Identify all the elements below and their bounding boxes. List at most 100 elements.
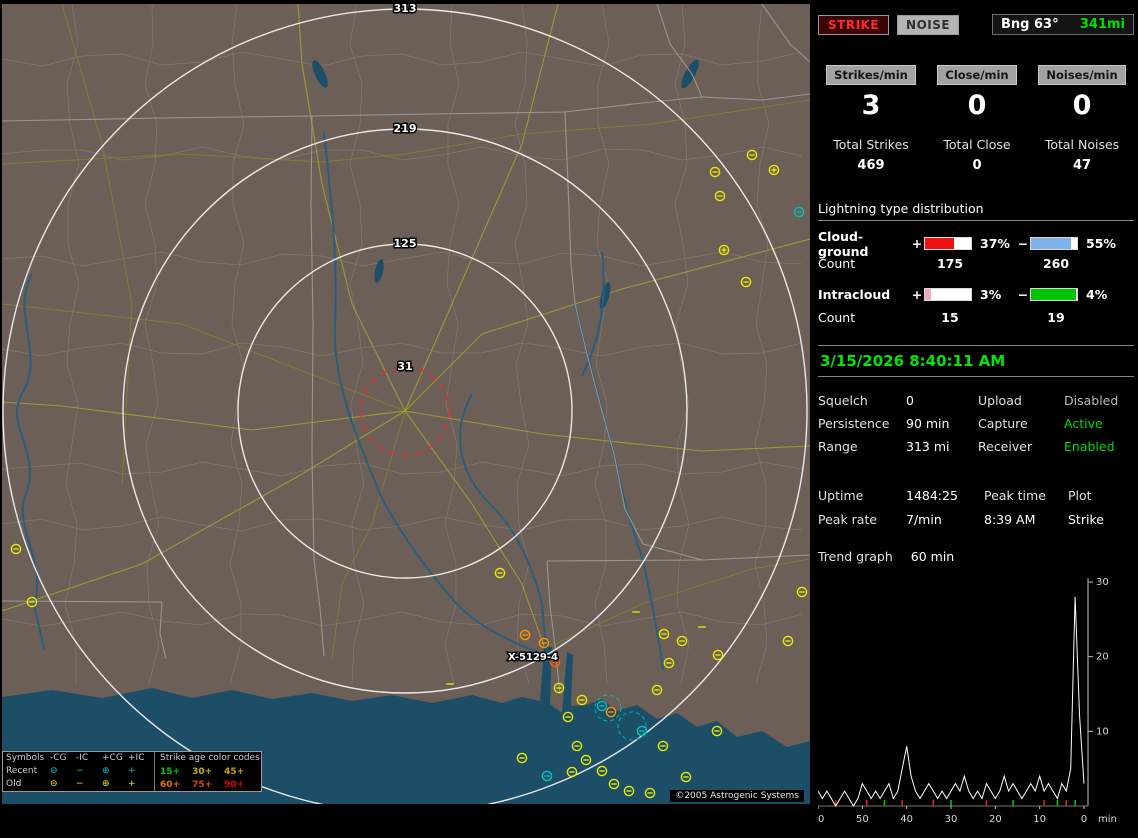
close-per-min-value: 0 bbox=[968, 91, 987, 121]
age-codes-row-1: 15+ 30+ 45+ bbox=[160, 767, 261, 777]
minus-sign: − bbox=[1018, 236, 1028, 251]
recent-ic-neg-icon: − bbox=[76, 765, 102, 778]
map-canvas[interactable]: 313 219 125 31 X-5129-4 bbox=[2, 4, 810, 804]
noise-button[interactable]: NOISE bbox=[897, 15, 959, 35]
minus-sign: − bbox=[1018, 287, 1028, 302]
age-codes-row-2: 60+ 75+ 90+ bbox=[160, 780, 261, 790]
strike-button[interactable]: STRIKE bbox=[818, 15, 889, 35]
trend-graph: 3020106050403020100min bbox=[818, 572, 1134, 838]
total-noises-value: 47 bbox=[1073, 158, 1091, 173]
range-label: Range bbox=[818, 439, 906, 454]
svg-text:50: 50 bbox=[856, 814, 869, 825]
recent-cg-pos-icon: ⊕ bbox=[102, 765, 128, 778]
range-ring-label: 31 bbox=[397, 360, 412, 373]
plot-value: Strike bbox=[1068, 512, 1138, 527]
lightning-detector-app: { "header": { "strike": "STRIKE", "noise… bbox=[0, 0, 1138, 812]
strikes-per-min-button[interactable]: Strikes/min bbox=[826, 65, 916, 85]
bearing-readout: Bng 63° 341mi bbox=[992, 14, 1134, 35]
ic-positive-count: 15 bbox=[941, 310, 958, 325]
intracloud-block: Intracloud + 3% − 4% Count 15 19 bbox=[818, 283, 1134, 329]
age-code: 45+ bbox=[224, 767, 244, 777]
uptime-value: 1484:25 bbox=[906, 488, 984, 503]
recent-ic-pos-icon: + bbox=[128, 765, 152, 778]
legend-symbols: Symbols -CG -IC +CG +IC Recent ⊖ − ⊕ + O… bbox=[3, 752, 154, 791]
intracloud-label: Intracloud bbox=[818, 287, 910, 302]
range-value: 313 mi bbox=[906, 439, 978, 454]
bearing-distance: 341mi bbox=[1080, 17, 1125, 32]
total-noises-label: Total Noises bbox=[1045, 137, 1119, 152]
peak-time-label: Peak time bbox=[984, 488, 1068, 503]
settings-table: Squelch 0 Upload Disabled Persistence 90… bbox=[818, 393, 1134, 454]
age-code: 15+ bbox=[160, 767, 180, 777]
ic-positive-bar bbox=[924, 288, 972, 301]
cloud-ground-block: Cloud-ground + 37% − 55% Count 175 260 bbox=[818, 229, 1134, 275]
legend-old-label: Old bbox=[6, 778, 50, 791]
trend-window-value: 60 min bbox=[911, 549, 954, 564]
cloud-ground-count-row: Count 175 260 bbox=[818, 253, 1134, 275]
legend-col-cg-neg: -CG bbox=[50, 752, 76, 765]
ic-negative-pct: 4% bbox=[1082, 287, 1120, 302]
ic-negative-count: 19 bbox=[1047, 310, 1064, 325]
squelch-label: Squelch bbox=[818, 393, 906, 408]
uptime-table: Uptime 1484:25 Peak time Plot Peak rate … bbox=[818, 488, 1134, 527]
legend-age-header: Strike age color codes bbox=[160, 753, 261, 763]
age-code: 90+ bbox=[224, 780, 244, 790]
age-code: 75+ bbox=[192, 780, 212, 790]
svg-text:30: 30 bbox=[945, 814, 958, 825]
receiver-label: Receiver bbox=[978, 439, 1064, 454]
capture-status: Active bbox=[1064, 416, 1138, 431]
status-panel: STRIKE NOISE Bng 63° 341mi Strikes/min C… bbox=[812, 0, 1138, 812]
ic-count-label: Count bbox=[818, 310, 910, 325]
close-per-min-button[interactable]: Close/min bbox=[937, 65, 1016, 85]
old-ic-pos-icon: + bbox=[128, 778, 152, 791]
distribution-title: Lightning type distribution bbox=[818, 201, 1134, 221]
map-legend: Symbols -CG -IC +CG +IC Recent ⊖ − ⊕ + O… bbox=[2, 751, 262, 792]
range-ring-label: 125 bbox=[394, 237, 417, 250]
cloud-ground-row: Cloud-ground + 37% − 55% bbox=[818, 229, 1134, 253]
peak-time-value: 8:39 AM bbox=[984, 512, 1068, 527]
svg-text:40: 40 bbox=[900, 814, 913, 825]
ic-positive-pct: 3% bbox=[976, 287, 1016, 302]
svg-text:0: 0 bbox=[1081, 814, 1087, 825]
plot-label: Plot bbox=[1068, 488, 1138, 503]
peak-rate-label: Peak rate bbox=[818, 512, 906, 527]
total-strikes-label: Total Strikes bbox=[833, 137, 909, 152]
intracloud-row: Intracloud + 3% − 4% bbox=[818, 283, 1134, 307]
age-code: 60+ bbox=[160, 780, 180, 790]
legend-col-cg-pos: +CG bbox=[102, 752, 128, 765]
rate-counters: Strikes/min Close/min Noises/min 3 0 0 T… bbox=[818, 65, 1134, 173]
panel-header: STRIKE NOISE Bng 63° 341mi bbox=[818, 14, 1134, 35]
upload-status: Disabled bbox=[1064, 393, 1138, 408]
trend-graph-canvas: 3020106050403020100min bbox=[818, 572, 1136, 834]
cg-positive-pct: 37% bbox=[976, 236, 1016, 251]
intracloud-count-row: Count 15 19 bbox=[818, 307, 1134, 329]
map-panel[interactable]: 313 219 125 31 X-5129-4 Symbols -CG -IC +CG… bbox=[2, 4, 810, 804]
cg-negative-count: 260 bbox=[1043, 256, 1069, 271]
strikes-per-min-value: 3 bbox=[862, 91, 881, 121]
legend-col-ic-pos: +IC bbox=[128, 752, 152, 765]
legend-symbols-header: Symbols bbox=[6, 752, 50, 765]
old-cg-neg-icon: ⊖ bbox=[50, 778, 76, 791]
ic-negative-bar bbox=[1030, 288, 1078, 301]
peak-rate-value: 7/min bbox=[906, 512, 984, 527]
total-close-value: 0 bbox=[972, 158, 981, 173]
legend-col-ic-neg: -IC bbox=[76, 752, 102, 765]
recent-cg-neg-icon: ⊖ bbox=[50, 765, 76, 778]
cg-negative-bar bbox=[1030, 237, 1078, 250]
squelch-value: 0 bbox=[906, 393, 978, 408]
total-strikes-value: 469 bbox=[857, 158, 884, 173]
noises-per-min-button[interactable]: Noises/min bbox=[1038, 65, 1125, 85]
cg-positive-count: 175 bbox=[937, 256, 963, 271]
legend-recent-label: Recent bbox=[6, 765, 50, 778]
svg-text:20: 20 bbox=[1096, 651, 1109, 662]
svg-text:10: 10 bbox=[1033, 814, 1046, 825]
trend-line bbox=[818, 597, 1084, 806]
datetime-display: 3/15/2026 8:40:11 AM bbox=[818, 345, 1134, 377]
plus-sign: + bbox=[912, 236, 922, 251]
storm-cell-label: X-5129-4 bbox=[508, 652, 558, 663]
svg-text:min: min bbox=[1098, 814, 1117, 825]
age-code: 30+ bbox=[192, 767, 212, 777]
range-ring-label: 219 bbox=[394, 122, 417, 135]
svg-text:10: 10 bbox=[1096, 726, 1109, 737]
range-ring-label: 313 bbox=[394, 4, 417, 15]
